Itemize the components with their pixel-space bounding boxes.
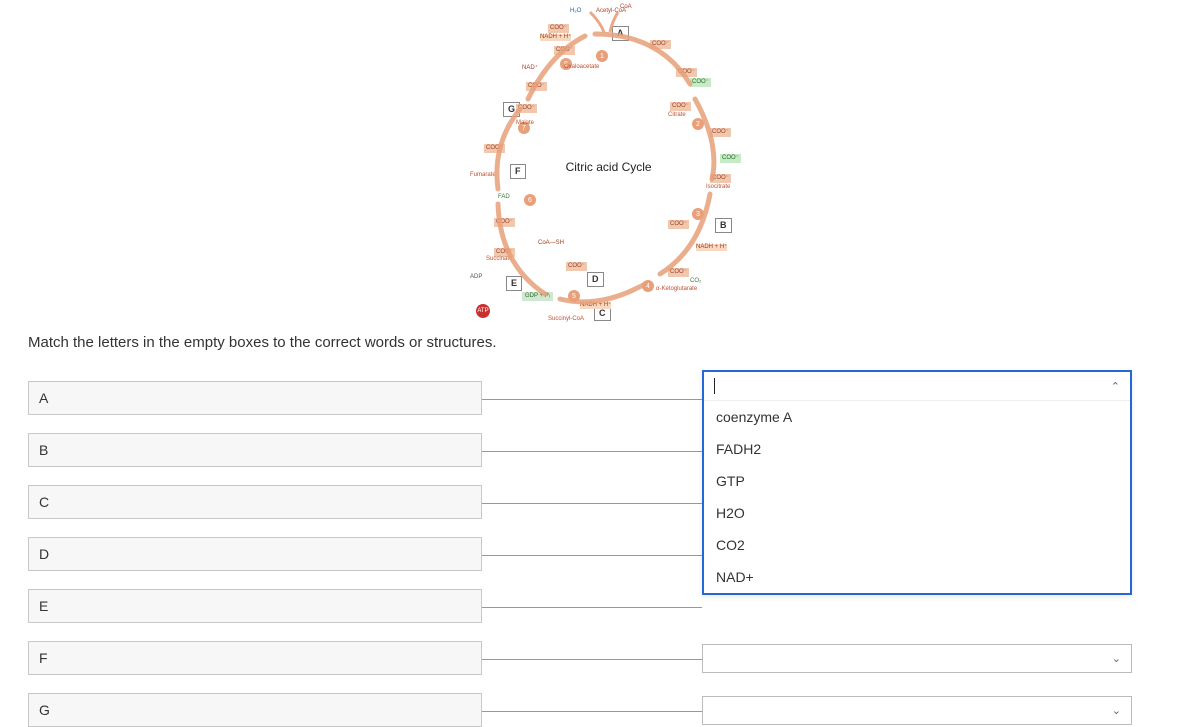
match-row-f: F ⌄: [28, 641, 1172, 675]
dropdown-option[interactable]: NAD+: [704, 561, 1130, 593]
label-f: F: [28, 641, 482, 675]
select-g[interactable]: ⌄: [702, 696, 1132, 725]
dropdown-option[interactable]: coenzyme A: [704, 401, 1130, 433]
dropdown-search[interactable]: ⌃: [704, 372, 1130, 401]
connector: [482, 711, 702, 712]
connector: [482, 659, 702, 660]
match-row-g: G ⌄: [28, 693, 1172, 727]
connector: [482, 451, 702, 452]
dropdown-option[interactable]: H2O: [704, 497, 1130, 529]
connector: [482, 399, 702, 400]
dropdown-option[interactable]: FADH2: [704, 433, 1130, 465]
citric-acid-cycle-diagram: Citric acid Cycle H₂O Acetyl-CoA CoA A B…: [390, 4, 810, 334]
chevron-down-icon: ⌄: [1112, 704, 1121, 717]
text-cursor-icon: [714, 378, 715, 394]
label-d: D: [28, 537, 482, 571]
label-e: E: [28, 589, 482, 623]
select-a-dropdown[interactable]: ⌃ coenzyme A FADH2 GTP H2O CO2 NAD+: [702, 370, 1132, 595]
chevron-up-icon: ⌃: [1111, 380, 1120, 393]
connector: [482, 555, 702, 556]
label-b: B: [28, 433, 482, 467]
chevron-down-icon: ⌄: [1112, 652, 1121, 665]
dropdown-option[interactable]: GTP: [704, 465, 1130, 497]
diagram-area: Citric acid Cycle H₂O Acetyl-CoA CoA A B…: [28, 0, 1172, 340]
label-g: G: [28, 693, 482, 727]
connector: [482, 607, 702, 608]
label-c: C: [28, 485, 482, 519]
connector: [482, 503, 702, 504]
cycle-arcs: [390, 4, 810, 334]
label-a: A: [28, 381, 482, 415]
dropdown-option[interactable]: CO2: [704, 529, 1130, 561]
select-f[interactable]: ⌄: [702, 644, 1132, 673]
